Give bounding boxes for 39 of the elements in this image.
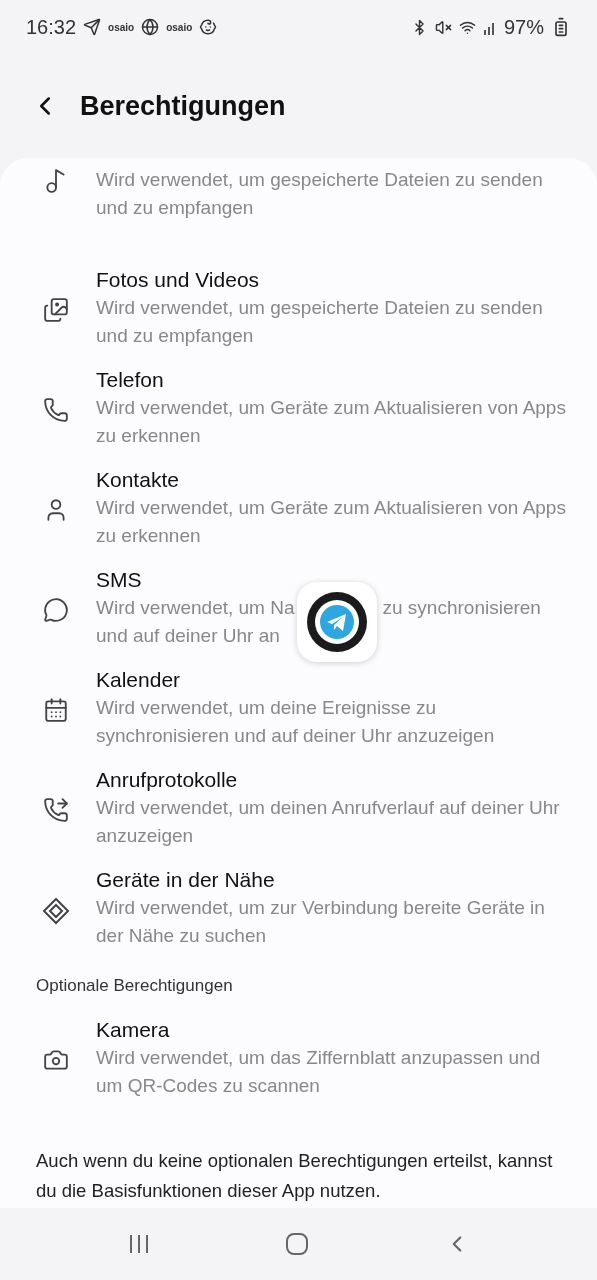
permission-description: Wird verwendet, um Geräte zum Aktualisieren von Apps zu erkennen (96, 396, 567, 448)
permission-description: Wird verwendet, um deinen Anrufverlauf auf deiner Uhr anzuzeigen (96, 796, 561, 848)
images-icon (43, 297, 69, 323)
globe-icon (141, 18, 160, 36)
permission-description: Wird verwendet, um deine Ereignisse zu synchronisieren und auf deiner Uhr anzuzeigen (96, 696, 496, 748)
permission-title: Anrufprotokolle (96, 767, 239, 793)
permission-description: Wird verwendet, um gespeicherte Dateien zu senden und zu empfangen (96, 168, 544, 220)
permission-description: Wird verwendet, um Geräte zum Aktualisieren von Apps zu erkennen (96, 496, 567, 548)
camera-icon (43, 1047, 69, 1073)
permission-title: Fotos und Videos (96, 267, 261, 293)
notification-label: osaio (108, 21, 135, 33)
home-button[interactable] (285, 1232, 310, 1256)
phone-icon (43, 397, 69, 423)
permission-title: Geräte in der Nähe (96, 867, 276, 893)
battery-percent: 97% (503, 15, 544, 39)
permission-title: Kalender (96, 667, 182, 693)
chat-bubble-icon (43, 597, 69, 623)
paper-plane-icon (83, 18, 102, 36)
calendar-icon (43, 697, 69, 723)
permission-description: Wird verwendet, um Na (96, 596, 295, 620)
mute-icon (434, 18, 452, 36)
permission-description: und auf deiner Uhr an (96, 624, 280, 648)
phone-arrow-icon (43, 797, 69, 823)
page-title: Berechtigungen (80, 90, 286, 122)
messenger-app-icon (305, 591, 368, 653)
permission-description: Wird verwendet, um das Ziffernblatt anzupassen und um QR-Codes zu scannen (96, 1046, 542, 1098)
floating-chat-bubble[interactable] (296, 582, 377, 662)
clock-time: 16:32 (26, 15, 77, 39)
permission-description: Wird verwendet, um gespeicherte Dateien zu senden und zu empfangen (96, 296, 544, 348)
permission-title: Telefon (96, 367, 165, 393)
section-heading: Optionale Berechtigungen (35, 975, 234, 997)
notification-label: osaio (166, 21, 193, 33)
diamond-icon (42, 897, 70, 925)
permission-description: zu synchronisieren (382, 596, 541, 620)
footer-note: Auch wenn du keine optionalen Berechtigungen erteilst, kannst du die Basisfunktionen dieser App nutzen. (35, 1149, 554, 1203)
permission-title: Kontakte (96, 467, 180, 493)
permission-description: Wird verwendet, um zur Verbindung bereite Geräte in der Nähe zu suchen (96, 896, 546, 948)
permission-title: Kamera (96, 1017, 171, 1043)
permission-title: SMS (96, 567, 143, 593)
